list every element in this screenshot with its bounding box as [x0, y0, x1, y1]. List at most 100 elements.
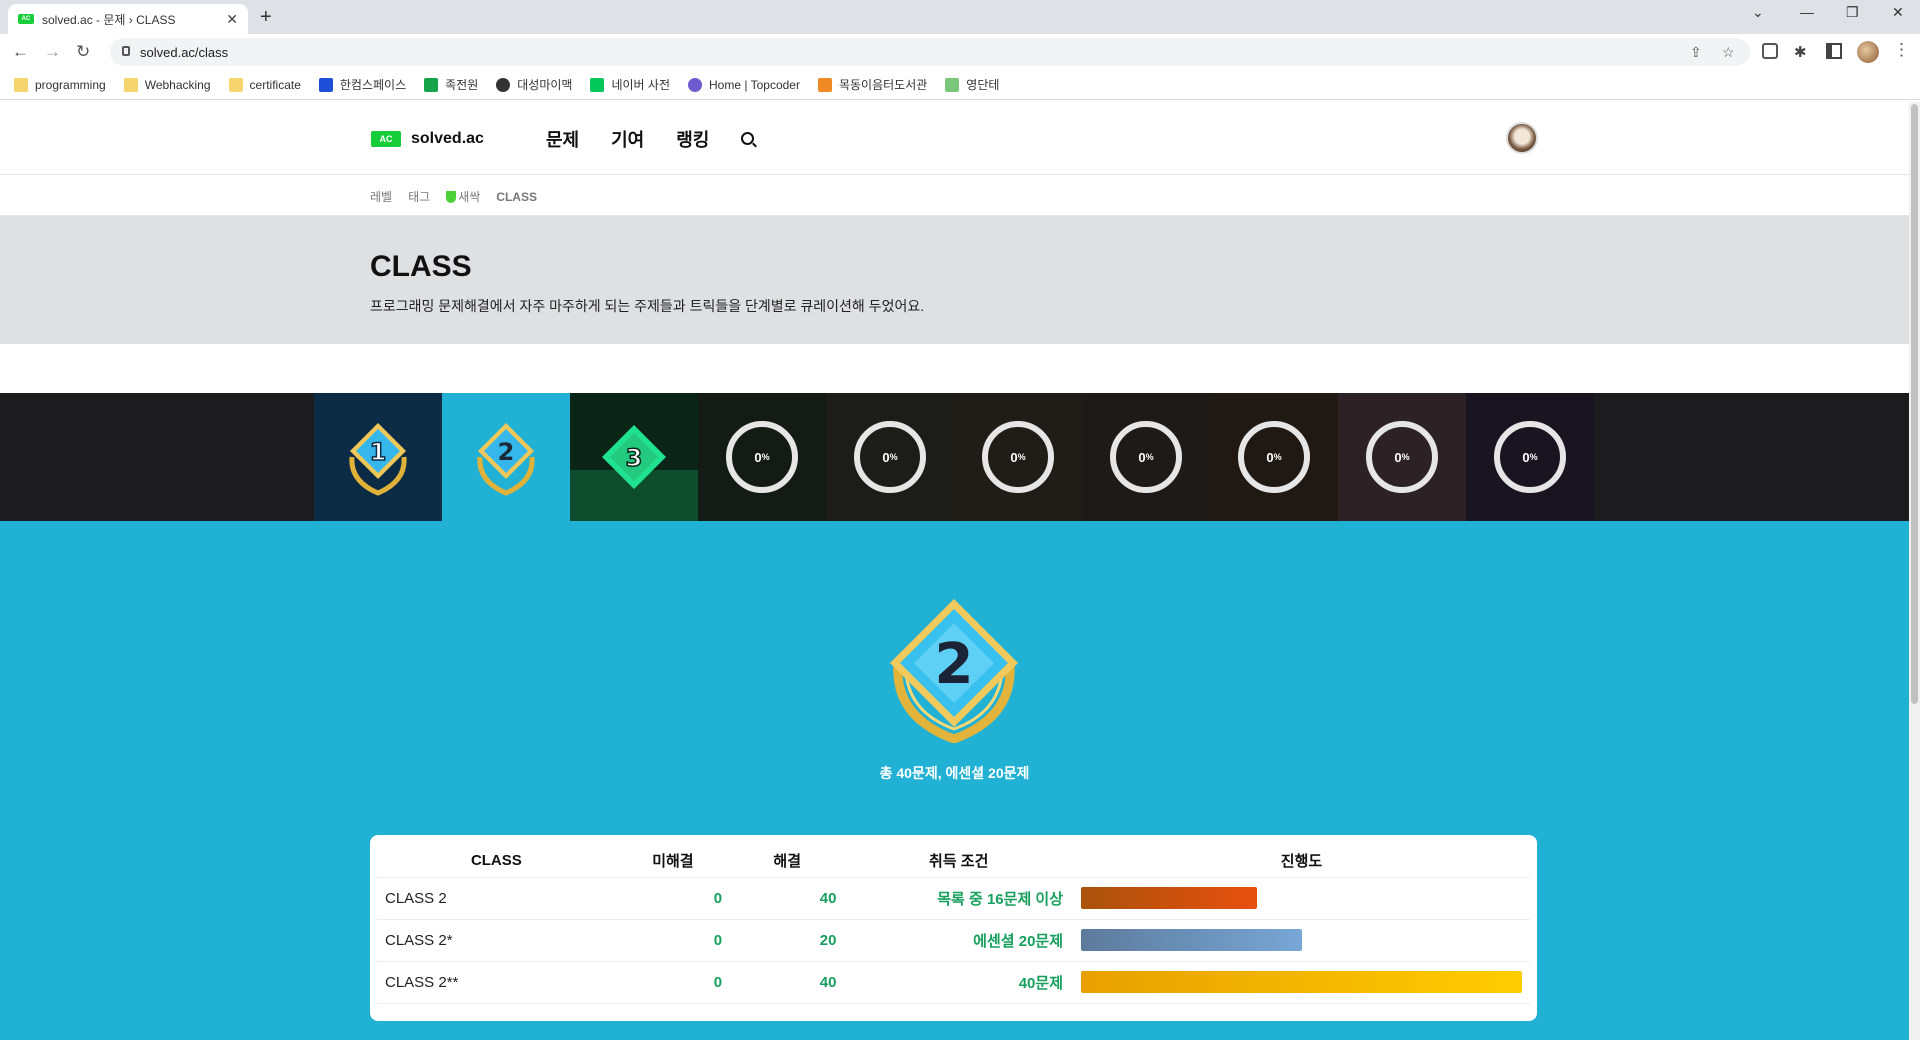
row-solved[interactable]: 20: [730, 919, 845, 962]
row-condition: 목록 중 16문제 이상: [844, 877, 1074, 920]
page-title: CLASS: [370, 250, 472, 283]
side-panel-icon[interactable]: [1826, 43, 1842, 59]
class-selector-strip: 1 2 3 0% 0% 0% 0% 0% 0% 0%: [0, 393, 1909, 521]
main-nav: 문제 기여 랭킹: [546, 126, 709, 152]
extension-icon[interactable]: [1762, 43, 1778, 59]
reload-icon[interactable]: ↻: [76, 42, 90, 62]
class-10-tab[interactable]: 0%: [1466, 393, 1594, 521]
browser-tab-bar: AC solved.ac - 문제 › CLASS ✕ + ⌄ — ❐ ✕: [0, 0, 1920, 34]
lock-icon: [122, 46, 130, 56]
summary-text: 문제: [1003, 765, 1030, 781]
site-logo[interactable]: AC solved.ac: [371, 130, 484, 148]
progress-unit: %: [889, 452, 898, 462]
scrollbar-thumb[interactable]: [1911, 104, 1918, 704]
progress-ring: 0%: [982, 421, 1054, 493]
row-class-name: CLASS 2**: [377, 961, 616, 1004]
subnav-tag[interactable]: 태그: [408, 188, 430, 205]
url-text: solved.ac/class: [140, 44, 229, 60]
tab-search-icon[interactable]: ⌄: [1752, 4, 1764, 21]
class-9-tab[interactable]: 0%: [1338, 393, 1466, 521]
bookmark-item[interactable]: 한컴스페이스: [318, 76, 406, 93]
bookmark-label: 네이버 사전: [611, 78, 671, 92]
address-bar[interactable]: solved.ac/class ⇪ ☆: [110, 38, 1750, 66]
forward-icon[interactable]: →: [44, 42, 61, 62]
bookmark-item[interactable]: 영단테: [945, 76, 999, 93]
restore-icon[interactable]: ❐: [1846, 4, 1859, 21]
class-detail-section: 2 총 40문제, 에센셜 20문제 CLASS 미해결 해결 취득 조건 진행…: [0, 521, 1909, 1040]
progress-unit: %: [761, 452, 770, 462]
book-icon: [945, 77, 960, 92]
green-square-icon: [424, 77, 439, 92]
table-row[interactable]: CLASS 2* 0 20 에센셜 20문제: [377, 919, 1530, 962]
header-condition: 취득 조건: [844, 845, 1074, 878]
bookmark-item[interactable]: programming: [14, 77, 106, 92]
profile-avatar-icon[interactable]: [1857, 41, 1879, 63]
badge-number: 3: [626, 444, 643, 472]
badge-number: 2: [498, 438, 515, 466]
progress-unit: %: [1017, 452, 1026, 462]
summary-text: 총: [879, 765, 897, 781]
subnav-level[interactable]: 레벨: [370, 188, 392, 205]
class-4-tab[interactable]: 0%: [698, 393, 826, 521]
table-header-row: CLASS 미해결 해결 취득 조건 진행도: [377, 845, 1530, 878]
puzzle-icon[interactable]: ✱: [1794, 43, 1810, 61]
class-6-tab[interactable]: 0%: [954, 393, 1082, 521]
browser-tab[interactable]: AC solved.ac - 문제 › CLASS ✕: [8, 4, 248, 34]
bookmark-label: certificate: [249, 77, 301, 92]
library-icon: [817, 77, 832, 92]
user-avatar[interactable]: [1506, 122, 1538, 154]
bookmark-star-icon[interactable]: ☆: [1722, 44, 1735, 61]
bookmark-item[interactable]: 네이버 사전: [590, 76, 670, 93]
search-icon[interactable]: [741, 132, 754, 145]
back-icon[interactable]: ←: [12, 42, 29, 62]
bookmark-label: programming: [35, 77, 106, 92]
class-1-tab[interactable]: 1: [314, 393, 442, 521]
bookmarks-bar: programming Webhacking certificate 한컴스페이…: [0, 70, 1920, 100]
close-window-icon[interactable]: ✕: [1892, 4, 1904, 21]
close-tab-icon[interactable]: ✕: [226, 11, 238, 28]
progress-unit: %: [1273, 452, 1282, 462]
class-2-tab[interactable]: 2: [442, 393, 570, 521]
row-unsolved[interactable]: 0: [615, 919, 731, 962]
class-2-large-badge-icon: 2: [890, 599, 1018, 743]
minimize-icon[interactable]: —: [1800, 4, 1814, 20]
naver-icon: [590, 77, 605, 92]
page-scrollbar[interactable]: [1909, 102, 1920, 1040]
progress-ring: 0%: [1110, 421, 1182, 493]
bookmark-item[interactable]: 대성마이맥: [496, 76, 572, 93]
row-class-name: CLASS 2: [377, 877, 616, 920]
badge-number: 1: [370, 438, 387, 466]
class-7-tab[interactable]: 0%: [1082, 393, 1210, 521]
nav-ranking[interactable]: 랭킹: [676, 126, 709, 152]
table-row[interactable]: CLASS 2** 0 40 40문제: [377, 961, 1530, 1004]
bookmark-label: 영단테: [966, 78, 1000, 92]
bookmark-label: 목동이음터도서관: [838, 78, 928, 92]
share-icon[interactable]: ⇪: [1690, 44, 1702, 61]
progress-value: 0: [882, 449, 890, 465]
header-class: CLASS: [377, 845, 616, 878]
class-5-tab[interactable]: 0%: [826, 393, 954, 521]
progress-ring: 0%: [726, 421, 798, 493]
progress-unit: %: [1529, 452, 1538, 462]
bookmark-item[interactable]: 목동이음터도서관: [817, 76, 928, 93]
row-solved[interactable]: 40: [730, 961, 845, 1004]
row-unsolved[interactable]: 0: [615, 877, 731, 920]
subnav-sprout[interactable]: 새싹: [446, 188, 480, 205]
class-2-badge-icon: 2: [477, 423, 535, 496]
subnav-class[interactable]: CLASS: [496, 188, 537, 205]
bookmark-item[interactable]: 족전원: [424, 76, 478, 93]
progress-bar: [1081, 929, 1302, 951]
row-unsolved[interactable]: 0: [615, 961, 731, 1004]
menu-icon[interactable]: ⋮: [1893, 40, 1910, 60]
nav-contribute[interactable]: 기여: [611, 126, 644, 152]
class-3-tab[interactable]: 3: [570, 393, 698, 521]
class-8-tab[interactable]: 0%: [1210, 393, 1338, 521]
page-description: 프로그래밍 문제해결에서 자주 마주하게 되는 주제들과 트릭들을 단계별로 큐…: [370, 298, 925, 314]
nav-problems[interactable]: 문제: [546, 126, 579, 152]
bookmark-item[interactable]: Webhacking: [123, 77, 211, 92]
bookmark-item[interactable]: Home | Topcoder: [688, 77, 800, 92]
new-tab-icon[interactable]: +: [260, 6, 272, 29]
table-row[interactable]: CLASS 2 0 40 목록 중 16문제 이상: [377, 877, 1530, 920]
bookmark-item[interactable]: certificate: [228, 77, 301, 92]
row-solved[interactable]: 40: [730, 877, 845, 920]
